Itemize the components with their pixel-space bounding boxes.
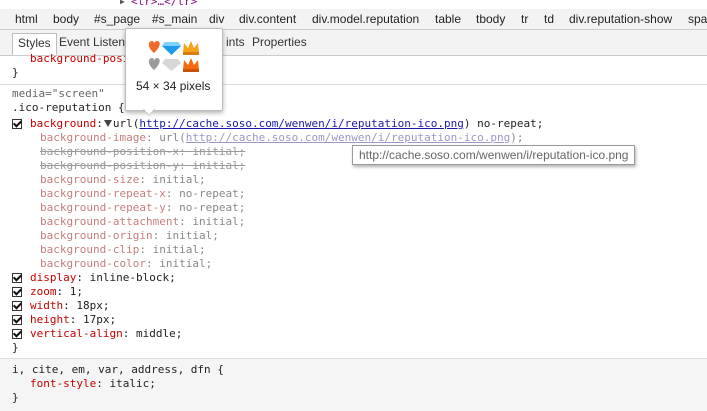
- longhand-background-repeat-x[interactable]: background-repeat-x: no-repeat;: [40, 187, 245, 201]
- longhand-background-clip[interactable]: background-clip: initial;: [40, 243, 206, 257]
- media-query: media="screen": [12, 87, 105, 100]
- longhand-background-color[interactable]: background-color: initial;: [40, 257, 212, 271]
- font-style-declaration[interactable]: font-style: italic;: [30, 377, 156, 391]
- longhand-background-size[interactable]: background-size: initial;: [40, 173, 206, 187]
- background-url-link[interactable]: http://cache.soso.com/wenwen/i/reputatio…: [139, 117, 464, 130]
- breadcrumb-item-body[interactable]: body: [53, 12, 79, 26]
- ua-rule-selector[interactable]: i, cite, em, var, address, dfn {: [12, 363, 224, 377]
- expand-triangle-icon[interactable]: ▶: [120, 0, 125, 6]
- background-declaration[interactable]: background: url(http://cache.soso.com/wen…: [30, 117, 543, 131]
- property-name: background: [30, 117, 97, 130]
- breadcrumb-item-table[interactable]: table: [435, 12, 461, 26]
- display-checkbox[interactable]: [12, 273, 22, 283]
- image-preview-popover: 54 × 34 pixels: [125, 28, 223, 111]
- breadcrumb-item-html[interactable]: html: [15, 12, 38, 26]
- zoom-declaration[interactable]: zoom: 1;: [30, 285, 83, 299]
- breadcrumb-item-tr[interactable]: tr: [521, 12, 528, 26]
- background-image-url-link[interactable]: http://cache.soso.com/wenwen/i/reputatio…: [186, 131, 511, 144]
- rule-close-brace: }: [12, 341, 19, 354]
- prev-rule-decl[interactable]: background-posi: [30, 52, 129, 66]
- breadcrumb-item-div[interactable]: div: [209, 12, 224, 26]
- tab-event-listeners[interactable]: Event Listene: [59, 35, 132, 49]
- breadcrumb-item-tbody[interactable]: tbody: [476, 12, 505, 26]
- user-agent-rule: i, cite, em, var, address, dfn { font-st…: [0, 358, 707, 411]
- breadcrumb-item-div-model-reputation[interactable]: div.model.reputation: [312, 12, 419, 26]
- vertical-align-checkbox[interactable]: [12, 329, 22, 339]
- breadcrumb-item-div-content[interactable]: div.content: [239, 12, 296, 26]
- breadcrumb-item-s-page[interactable]: #s_page: [94, 12, 140, 26]
- tab-properties[interactable]: Properties: [252, 35, 307, 49]
- expand-shorthand-icon[interactable]: [103, 120, 112, 127]
- longhand-background-origin[interactable]: background-origin: initial;: [40, 229, 219, 243]
- heart-icon: [148, 41, 160, 53]
- dom-tree-row[interactable]: ▶ <tr>…</tr>: [0, 0, 707, 9]
- ua-rule-close-brace: }: [12, 391, 19, 404]
- longhand-background-position-x[interactable]: background-position-x: initial;: [40, 145, 245, 159]
- breadcrumb-item-div-reputation-show[interactable]: div.reputation-show: [569, 12, 672, 26]
- height-checkbox[interactable]: [12, 315, 22, 325]
- longhand-background-repeat-y[interactable]: background-repeat-y: no-repeat;: [40, 201, 245, 215]
- image-dimensions: 54 × 34 pixels: [136, 79, 211, 93]
- width-checkbox[interactable]: [12, 301, 22, 311]
- property-name: background-posi: [30, 52, 130, 65]
- reputation-sprite-image: [148, 41, 199, 72]
- width-declaration[interactable]: width: 18px;: [30, 299, 110, 313]
- diamond-gray-icon: [162, 59, 181, 71]
- popover-arrow: [143, 108, 155, 115]
- breadcrumb-item-span[interactable]: spa: [688, 12, 707, 26]
- longhand-background-image[interactable]: background-image: url(http://cache.soso.…: [40, 131, 523, 145]
- breadcrumb-item-s-main[interactable]: #s_main: [152, 12, 197, 26]
- vertical-align-declaration[interactable]: vertical-align: middle;: [30, 327, 182, 341]
- longhand-background-attachment[interactable]: background-attachment: initial;: [40, 215, 245, 229]
- display-declaration[interactable]: display: inline-block;: [30, 271, 176, 285]
- prev-rule-close: }: [12, 66, 19, 79]
- dom-node-text: <tr>…</tr>: [131, 0, 198, 8]
- breadcrumb: html body #s_page #s_main div div.conten…: [0, 9, 707, 30]
- url-tooltip: http://cache.soso.com/wenwen/i/reputatio…: [352, 145, 636, 165]
- background-checkbox[interactable]: [12, 119, 22, 129]
- diamond-icon: [162, 42, 181, 55]
- rule-divider: [0, 84, 707, 85]
- breadcrumb-item-td[interactable]: td: [544, 12, 554, 26]
- longhand-background-position-y[interactable]: background-position-y: initial;: [40, 159, 245, 173]
- height-declaration[interactable]: height: 17px;: [30, 313, 116, 327]
- crown-orange-icon: [183, 58, 199, 72]
- rule-selector[interactable]: .ico-reputation {: [12, 101, 125, 115]
- tab-dom-breakpoints[interactable]: ints: [226, 35, 245, 49]
- zoom-checkbox[interactable]: [12, 287, 22, 297]
- heart-gray-icon: [148, 58, 160, 70]
- crown-icon: [183, 41, 199, 55]
